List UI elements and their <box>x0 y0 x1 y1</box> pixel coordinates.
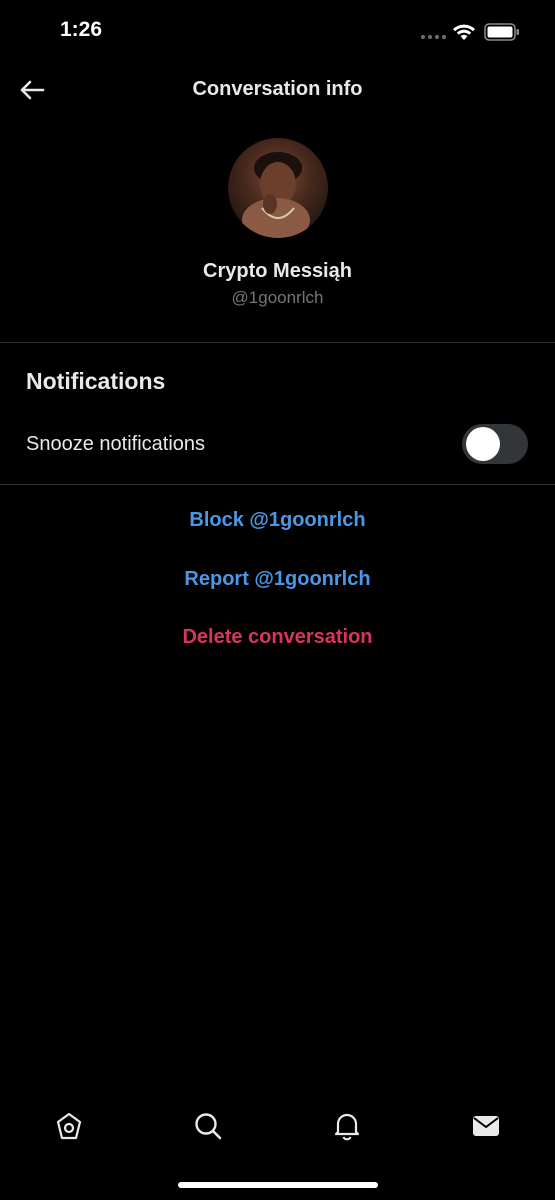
home-icon <box>56 1112 82 1140</box>
page-title: Conversation info <box>192 78 363 100</box>
snooze-notifications-label: Snooze notifications <box>26 433 206 455</box>
avatar[interactable] <box>228 138 328 238</box>
report-user-button[interactable]: Report @1goonrlch <box>0 568 555 591</box>
tab-search[interactable] <box>188 1106 228 1146</box>
tab-notifications[interactable] <box>327 1106 367 1146</box>
header: Conversation info <box>0 64 555 118</box>
search-icon <box>195 1113 222 1140</box>
status-bar: 1:26 <box>0 0 555 64</box>
block-user-button[interactable]: Block @1goonrlch <box>0 509 555 532</box>
conversation-info-screen: 1:26 Conversation info Crypto Messiąh @1… <box>0 0 555 1200</box>
battery-icon <box>484 23 519 41</box>
divider <box>0 484 555 485</box>
cellular-signal-icon <box>421 35 446 39</box>
profile-section: Crypto Messiąh @1goonrlch <box>0 118 555 342</box>
profile-handle: @1goonrlch <box>231 288 324 307</box>
divider <box>0 342 555 343</box>
avatar-photo <box>242 152 310 238</box>
home-indicator[interactable] <box>178 1182 378 1188</box>
snooze-notifications-row: Snooze notifications <box>0 420 555 470</box>
wifi-icon <box>453 24 475 40</box>
delete-conversation-button[interactable]: Delete conversation <box>0 626 555 649</box>
toggle-knob <box>466 427 500 461</box>
snooze-notifications-toggle[interactable] <box>462 424 528 464</box>
tab-home[interactable] <box>49 1106 89 1146</box>
notifications-heading: Notifications <box>26 368 166 394</box>
tab-messages[interactable] <box>466 1106 506 1146</box>
mail-icon <box>473 1116 499 1136</box>
profile-name: Crypto Messiąh <box>203 260 352 282</box>
bell-icon <box>334 1113 360 1141</box>
status-time: 1:26 <box>60 18 103 41</box>
